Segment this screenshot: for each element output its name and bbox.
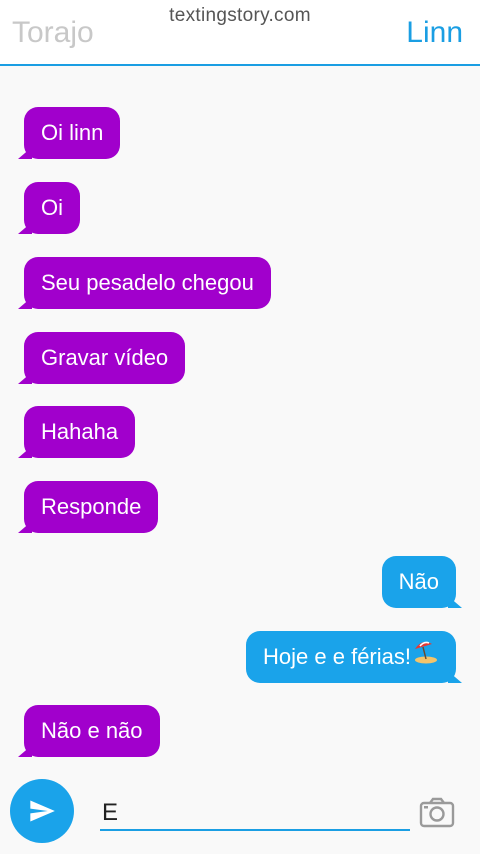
message-bubble: Responde: [17, 481, 159, 533]
message-text: Hoje e e férias!: [263, 644, 411, 669]
message-bubble: Seu pesadelo chegou: [18, 257, 271, 309]
beach-umbrella-icon: [413, 632, 439, 684]
send-icon: [30, 800, 55, 822]
message-bubble: Gravar vídeo: [17, 332, 186, 384]
message-bubble: Oi linn: [17, 107, 121, 159]
chat-header: Torajo textingstory.com Linn: [0, 0, 480, 66]
send-button[interactable]: [10, 779, 74, 843]
message-bubble: Oi: [18, 182, 80, 234]
message-input[interactable]: E: [100, 795, 410, 831]
camera-button[interactable]: [418, 796, 456, 830]
header-divider: [0, 64, 480, 66]
message-bubble: Hoje e e férias!: [246, 631, 462, 684]
camera-icon: [419, 797, 455, 828]
message-bubble: Hahaha: [17, 406, 136, 458]
message-bubble: Não e não: [18, 705, 160, 757]
contact-name-right[interactable]: Linn: [406, 16, 463, 50]
message-bubble: Não: [381, 556, 463, 608]
